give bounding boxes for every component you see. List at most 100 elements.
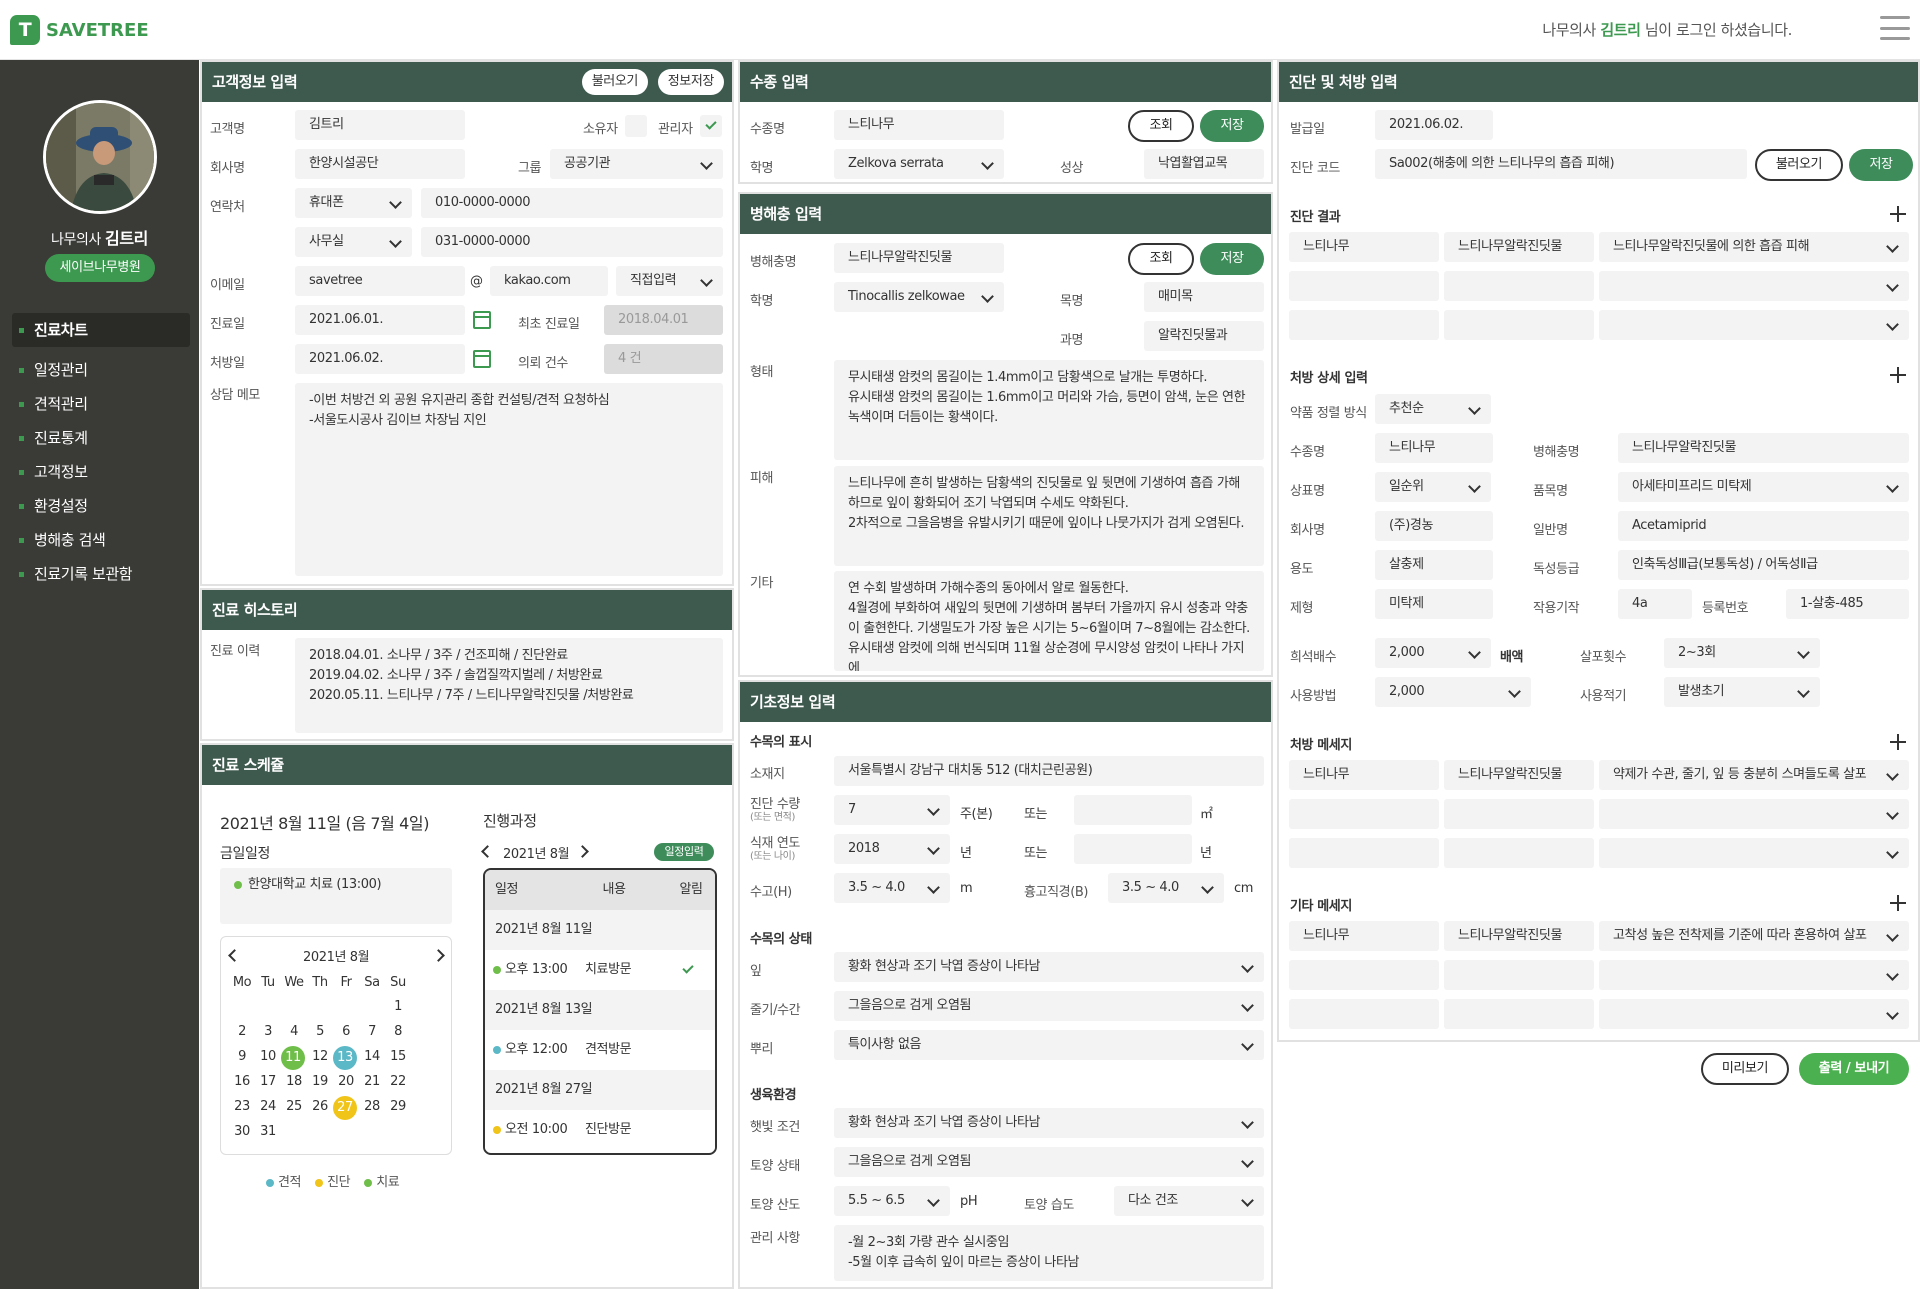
maker-field[interactable]: (주)경농 <box>1375 511 1493 541</box>
product-select[interactable]: 아세타미프리드 미탁제 <box>1618 472 1909 502</box>
customer-save-button[interactable]: 정보저장 <box>657 69 724 95</box>
calendar-day[interactable]: 4 <box>281 1021 307 1043</box>
calendar-day[interactable]: 5 <box>307 1021 333 1043</box>
logo[interactable]: T SAVETREE <box>10 15 149 45</box>
calendar-day[interactable]: 31 <box>255 1121 281 1143</box>
phone2-field[interactable]: 031-0000-0000 <box>421 227 723 257</box>
sun-select[interactable]: 황화 현상과 조기 낙엽 증상이 나타남 <box>834 1108 1264 1138</box>
brand-select[interactable]: 일순위 <box>1375 472 1491 502</box>
memo-textarea[interactable]: -이번 처방건 외 공원 유지관리 종합 컨설팅/견적 요청하심 -서울도시공사… <box>295 383 723 576</box>
company-field[interactable]: 한양시설공단 <box>295 149 465 179</box>
msg-select-empty[interactable] <box>1599 838 1909 868</box>
nav-item-stats[interactable]: 진료통계 <box>12 421 190 455</box>
calendar-day[interactable]: 14 <box>359 1046 385 1068</box>
result-species-empty[interactable] <box>1289 271 1439 301</box>
calendar-day[interactable]: 12 <box>307 1046 333 1068</box>
calendar-day[interactable]: 3 <box>255 1021 281 1043</box>
nav-item-schedule[interactable]: 일정관리 <box>12 353 190 387</box>
area-field[interactable] <box>1074 795 1192 825</box>
msg-pest[interactable]: 느티나무알락진딧물 <box>1444 760 1594 790</box>
schedule-row[interactable]: 오전 10:00 진단방문 <box>485 1110 715 1150</box>
result-select-empty[interactable] <box>1599 310 1909 340</box>
etc-msg-pest[interactable]: 느티나무알락진딧물 <box>1444 921 1594 951</box>
result-select[interactable]: 느티나무알락진딧물에 의한 흡즙 피해 <box>1599 232 1909 262</box>
calendar-day[interactable]: 29 <box>385 1096 411 1118</box>
result-pest-empty[interactable] <box>1444 271 1594 301</box>
nav-item-settings[interactable]: 환경설정 <box>12 489 190 523</box>
calendar-day[interactable]: 9 <box>229 1046 255 1068</box>
menu-icon[interactable] <box>1880 16 1910 40</box>
year-select[interactable]: 2018 <box>834 834 950 864</box>
result-select-empty[interactable] <box>1599 271 1909 301</box>
visit-date-field[interactable]: 2021.06.01. <box>295 305 465 335</box>
etc-textarea[interactable]: 연 수회 발생하며 가해수종의 동아에서 알로 월동한다. 4월경에 부화하여 … <box>834 571 1264 671</box>
phone2-type-select[interactable]: 사무실 <box>295 227 412 257</box>
calendar-day[interactable]: 6 <box>333 1021 359 1043</box>
calendar-day[interactable]: 26 <box>307 1096 333 1118</box>
calendar-day[interactable]: 16 <box>229 1071 255 1093</box>
etc-msg-pest-empty[interactable] <box>1444 999 1594 1029</box>
schedule-row[interactable]: 오후 13:00 치료방문 <box>485 950 715 990</box>
calendar-day[interactable]: 17 <box>255 1071 281 1093</box>
ph-select[interactable]: 5.5 ~ 6.5 <box>834 1186 950 1216</box>
calendar-day[interactable]: 15 <box>385 1046 411 1068</box>
calendar-day[interactable]: 27 <box>333 1096 357 1120</box>
rx-date-field[interactable]: 2021.06.02. <box>295 344 465 374</box>
owner-checkbox[interactable] <box>625 115 647 137</box>
habit-field[interactable]: 낙엽활엽교목 <box>1144 149 1264 179</box>
schedule-row[interactable]: 오후 12:00 견적방문 <box>485 1030 715 1070</box>
shape-textarea[interactable]: 무시태생 암컷의 몸길이는 1.4mm이고 담황색으로 날개는 투명하다. 유시… <box>834 360 1264 460</box>
calendar-day[interactable]: 23 <box>229 1096 255 1118</box>
count-select[interactable]: 7 <box>834 795 950 825</box>
how-select[interactable]: 2,000 <box>1375 677 1531 707</box>
stem-select[interactable]: 그을음으로 검게 오염됨 <box>834 991 1264 1021</box>
calendar-day[interactable]: 18 <box>281 1071 307 1093</box>
mgmt-textarea[interactable]: -월 2~3회 가량 관수 실시중임 -5월 이후 급속히 잎이 마르는 증상이… <box>834 1225 1264 1281</box>
add-rx-icon[interactable] <box>1890 367 1906 383</box>
age-field[interactable] <box>1074 834 1192 864</box>
result-pest[interactable]: 느티나무알락진딧물 <box>1444 232 1594 262</box>
email-id-field[interactable]: savetree <box>295 266 465 296</box>
etc-msg-species-empty[interactable] <box>1289 960 1439 990</box>
damage-textarea[interactable]: 느티나무에 흔히 발생하는 담황색의 진딧물로 잎 뒷면에 기생하여 흡즙 가해… <box>834 466 1264 566</box>
etc-msg-species[interactable]: 느티나무 <box>1289 921 1439 951</box>
add-schedule-button[interactable]: 일정입력 <box>654 843 714 861</box>
method-select[interactable]: 추천순 <box>1375 394 1491 424</box>
manager-checkbox[interactable] <box>700 115 722 137</box>
customer-load-button[interactable]: 불러오기 <box>581 69 648 95</box>
calendar-day[interactable]: 10 <box>255 1046 281 1068</box>
calendar-day[interactable]: 30 <box>229 1121 255 1143</box>
species-sci-select[interactable]: Zelkova serrata <box>834 149 1004 179</box>
today-item[interactable]: 한양대학교 치료 (13:00) <box>220 868 452 924</box>
calendar-day[interactable]: 20 <box>333 1071 359 1093</box>
alert-check-icon[interactable] <box>682 962 694 974</box>
add-result-icon[interactable] <box>1890 206 1906 222</box>
msg-species[interactable]: 느티나무 <box>1289 760 1439 790</box>
print-send-button[interactable]: 출력 / 보내기 <box>1799 1053 1909 1085</box>
customer-name-field[interactable]: 김트리 <box>295 110 465 140</box>
etc-msg-species-empty[interactable] <box>1289 999 1439 1029</box>
nav-item-archive[interactable]: 진료기록 보관함 <box>12 557 190 591</box>
calendar-day[interactable]: 2 <box>229 1021 255 1043</box>
species-field[interactable]: 느티나무 <box>834 110 1004 140</box>
preview-button[interactable]: 미리보기 <box>1701 1053 1789 1085</box>
calendar-icon[interactable] <box>473 350 491 368</box>
result-pest-empty[interactable] <box>1444 310 1594 340</box>
when-select[interactable]: 발생초기 <box>1664 677 1820 707</box>
use-field[interactable]: 살충제 <box>1375 550 1493 580</box>
species-lookup-button[interactable]: 조회 <box>1128 110 1194 142</box>
dil-select[interactable]: 2,000 <box>1375 638 1491 668</box>
height-select[interactable]: 3.5 ~ 4.0 <box>834 873 950 903</box>
phone1-type-select[interactable]: 휴대폰 <box>295 188 412 218</box>
code-field[interactable]: Sa002(해충에 의한 느티나무의 흡즙 피해) <box>1375 149 1747 179</box>
generic-field[interactable]: Acetamiprid <box>1618 511 1909 541</box>
etc-msg-select-empty[interactable] <box>1599 960 1909 990</box>
pest-lookup-button[interactable]: 조회 <box>1128 243 1194 275</box>
times-select[interactable]: 2~3회 <box>1664 638 1820 668</box>
phone1-field[interactable]: 010-0000-0000 <box>421 188 723 218</box>
pest-save-button[interactable]: 저장 <box>1200 243 1264 275</box>
code-save-button[interactable]: 저장 <box>1849 149 1913 181</box>
nav-item-customer[interactable]: 고객정보 <box>12 455 190 489</box>
leaf-select[interactable]: 황화 현상과 조기 낙엽 증상이 나타남 <box>834 952 1264 982</box>
order-field[interactable]: 매미목 <box>1144 282 1264 312</box>
